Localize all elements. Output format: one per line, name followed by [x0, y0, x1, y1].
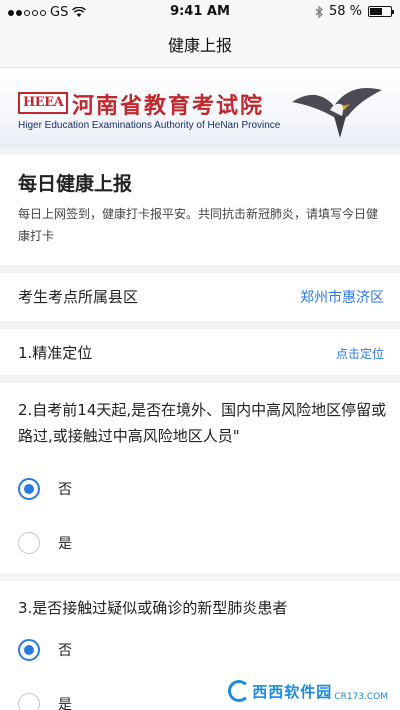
question-card: 2.自考前14天起,是否在境外、国内中高风险地区停留或路过,或接触过中高风险地区…: [0, 383, 400, 573]
option-no[interactable]: 否: [18, 478, 72, 500]
watermark-logo-icon: [228, 680, 251, 702]
radio-button[interactable]: [18, 532, 40, 554]
banner-title: 河南省教育考试院: [72, 93, 265, 119]
question-title: 2.自考前14天起,是否在境外、国内中高风险地区停留或路过,或接触过中高风险地区…: [18, 401, 387, 445]
county-value[interactable]: 郑州市惠济区: [300, 287, 384, 307]
radio-button[interactable]: [18, 693, 40, 710]
option-label: 是: [58, 536, 72, 552]
bluetooth-icon: [315, 5, 323, 18]
option-label: 否: [58, 482, 72, 498]
locate-button[interactable]: 点击定位: [336, 345, 384, 362]
option-label: 是: [58, 697, 72, 710]
option-label: 否: [58, 643, 72, 659]
intro-title: 每日健康上报: [18, 173, 133, 195]
header-banner: HEEA 河南省教育考试院 Higer Education Examinatio…: [0, 68, 400, 148]
locate-row: 1.精准定位 点击定位: [0, 329, 400, 375]
intro-card: 每日健康上报 每日上网签到，健康打卡报平安。共同抗击新冠肺炎，请填写今日健康打卡: [0, 155, 400, 265]
battery-level: [370, 8, 382, 15]
locate-label: 1.精准定位: [18, 344, 93, 362]
battery-icon: [368, 6, 394, 17]
watermark: 西西软件园 CR173.COM: [222, 676, 394, 706]
option-yes[interactable]: 是: [18, 532, 72, 554]
banner-subtitle: Higer Education Examinations Authority o…: [18, 120, 281, 131]
watermark-url: CR173.COM: [334, 692, 388, 702]
page-title: 健康上报: [0, 24, 400, 68]
radio-button[interactable]: [18, 639, 40, 661]
intro-description: 每日上网签到，健康打卡报平安。共同抗击新冠肺炎，请填写今日健康打卡: [18, 207, 379, 243]
radio-button[interactable]: [18, 478, 40, 500]
question-title: 3.是否接触过疑似或确诊的新型肺炎患者: [18, 599, 288, 617]
county-label: 考生考点所属县区: [18, 288, 139, 306]
battery-percent: 58 %: [328, 4, 362, 19]
status-right: 58 %: [315, 4, 394, 19]
county-row[interactable]: 考生考点所属县区 郑州市惠济区: [0, 273, 400, 321]
option-no[interactable]: 否: [18, 639, 72, 661]
eagle-icon: [292, 88, 382, 138]
watermark-text: 西西软件园: [252, 682, 333, 701]
option-yes[interactable]: 是: [18, 693, 72, 710]
status-bar: GS 9:41 AM 58 %: [0, 0, 400, 24]
heea-logo: HEEA: [18, 92, 69, 114]
